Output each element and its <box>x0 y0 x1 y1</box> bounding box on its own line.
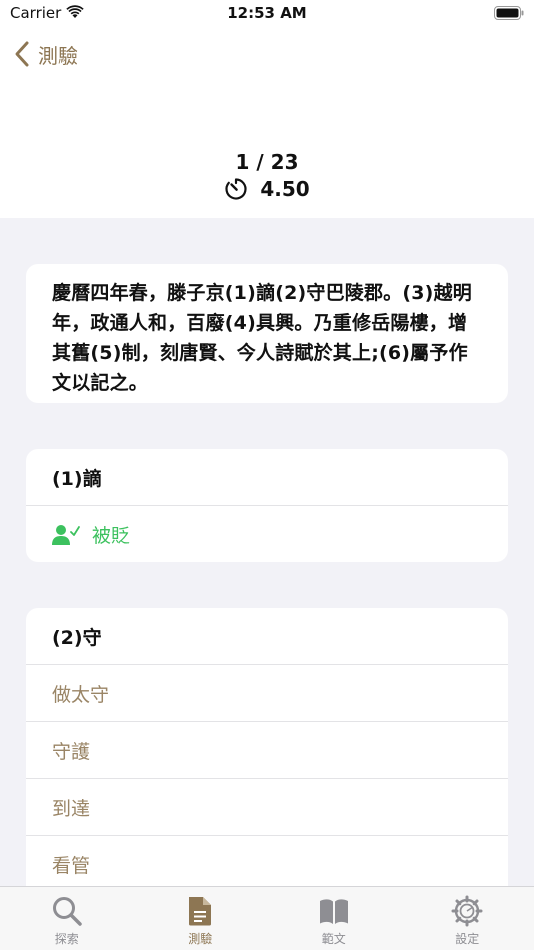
timer-value: 4.50 <box>260 177 310 201</box>
magnifier-icon <box>52 897 82 926</box>
answer-text: 被貶 <box>92 525 131 547</box>
clock-label: 12:53 AM <box>227 4 307 22</box>
question-card: (1)謫 被貶 <box>26 449 508 562</box>
tab-label: 測驗 <box>188 932 213 946</box>
battery-icon <box>494 6 524 20</box>
gear-icon <box>451 895 483 927</box>
tab-label: 探索 <box>54 932 79 946</box>
person-check-icon <box>52 524 80 545</box>
timer-icon <box>225 178 247 200</box>
tab-explore[interactable]: 探索 <box>0 887 134 950</box>
chevron-left-icon <box>15 41 29 67</box>
back-label: 測驗 <box>38 43 78 68</box>
tab-bar: 探索 測驗 範文 設定 <box>0 886 534 950</box>
answer-option[interactable]: 守護 <box>26 722 508 779</box>
question-title: (1)謫 <box>26 449 508 506</box>
tab-settings[interactable]: 設定 <box>401 887 534 950</box>
document-icon <box>189 897 212 926</box>
answer-option[interactable]: 看管 <box>26 836 508 893</box>
question-card: (2)守 做太守 守護 到達 看管 <box>26 608 508 898</box>
tab-examples[interactable]: 範文 <box>267 887 401 950</box>
answer-option[interactable]: 做太守 <box>26 665 508 722</box>
book-icon <box>319 899 348 924</box>
tab-label: 設定 <box>455 932 480 946</box>
timer: 4.50 <box>0 176 534 202</box>
tab-quiz[interactable]: 測驗 <box>134 887 268 950</box>
status-bar: Carrier 12:53 AM <box>0 0 534 28</box>
question-counter: 1 / 23 <box>235 150 299 174</box>
question-title: (2)守 <box>26 608 508 665</box>
passage-card: 慶曆四年春，滕子京(1)謫(2)守巴陵郡。(3)越明年，政通人和，百廢(4)具興… <box>26 264 508 403</box>
tab-label: 範文 <box>321 932 346 946</box>
correct-answer-row: 被貶 <box>26 506 508 562</box>
answer-option[interactable]: 到達 <box>26 779 508 836</box>
passage-text: 慶曆四年春，滕子京(1)謫(2)守巴陵郡。(3)越明年，政通人和，百廢(4)具興… <box>52 282 472 394</box>
back-button[interactable]: 測驗 <box>14 38 78 70</box>
